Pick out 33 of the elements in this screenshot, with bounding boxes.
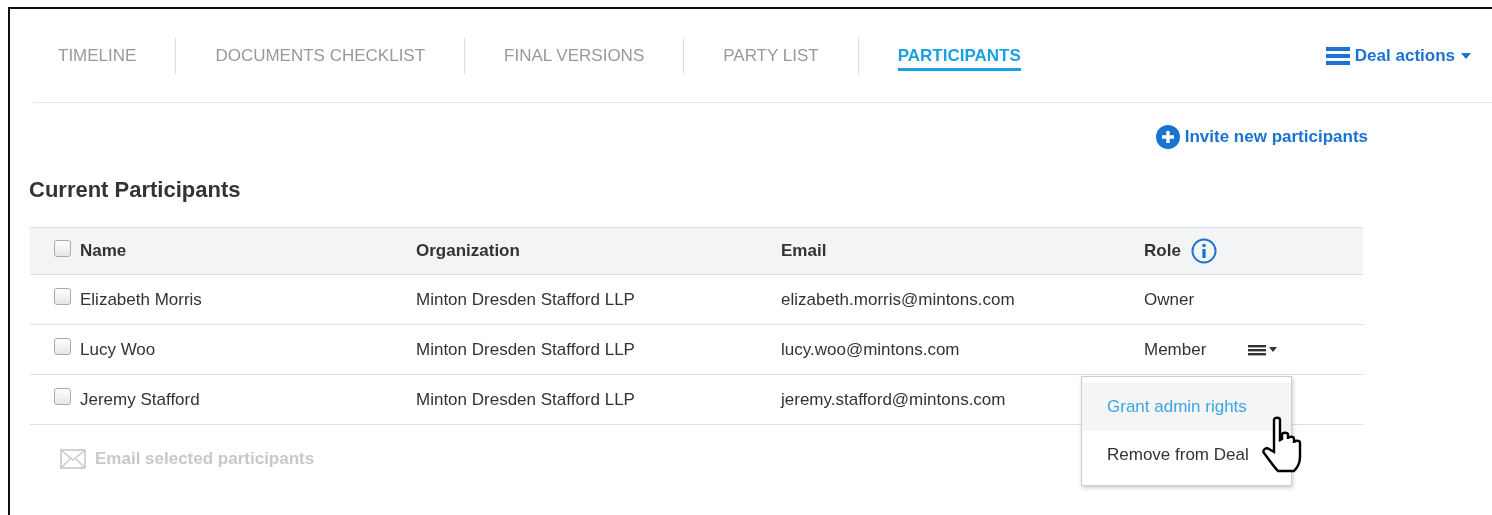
info-icon[interactable]: [1190, 238, 1217, 264]
tab[interactable]: PARTY LIST: [683, 37, 858, 74]
menu-icon: [1325, 45, 1350, 66]
column-header: Email: [781, 241, 827, 261]
checkbox[interactable]: [54, 388, 71, 405]
role-cell: Owner: [1144, 289, 1195, 310]
tab[interactable]: DOCUMENTS CHECKLIST: [175, 37, 465, 74]
tab[interactable]: PARTICIPANTS: [857, 37, 1060, 74]
column-header: Organization: [416, 241, 520, 261]
tab[interactable]: TIMELINE: [33, 37, 176, 74]
participant-name: Jeremy Stafford: [80, 389, 200, 410]
checkbox[interactable]: [54, 338, 71, 355]
plus-circle-icon: [1155, 125, 1180, 149]
participant-name: Lucy Woo: [80, 339, 156, 360]
tab[interactable]: FINAL VERSIONS: [464, 37, 684, 74]
column-header: Role: [1144, 241, 1181, 261]
column-header: Name: [80, 241, 127, 261]
checkbox[interactable]: [54, 288, 71, 305]
envelope-icon: [60, 449, 86, 469]
deal-actions-button[interactable]: Deal actions: [1325, 45, 1472, 66]
organization-cell: Minton Dresden Stafford LLP: [416, 289, 635, 310]
invite-link[interactable]: Invite new participants: [1155, 125, 1368, 149]
email-cell: jeremy.stafford@mintons.com: [781, 389, 1006, 410]
section-title: Current Participants: [29, 177, 242, 203]
email-cell: elizabeth.morris@mintons.com: [781, 289, 1015, 310]
menu-item[interactable]: Grant admin rights: [1082, 383, 1291, 431]
participant-name: Elizabeth Morris: [80, 289, 202, 310]
organization-cell: Minton Dresden Stafford LLP: [416, 389, 635, 410]
email-cell: lucy.woo@mintons.com: [781, 339, 960, 360]
caret-icon: [1460, 51, 1472, 60]
checkbox[interactable]: [54, 239, 71, 257]
organization-cell: Minton Dresden Stafford LLP: [416, 339, 635, 360]
role-cell: Member: [1144, 339, 1207, 360]
